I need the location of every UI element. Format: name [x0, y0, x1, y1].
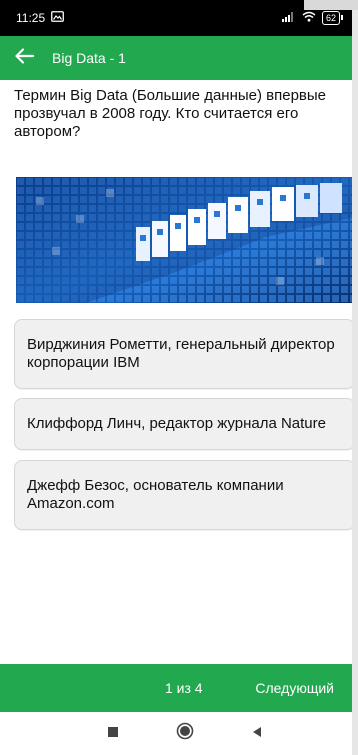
answer-option-label: Клиффорд Линч, редактор журнала Nature: [27, 415, 326, 432]
gallery-notification-icon: [51, 11, 65, 25]
status-bar: 11:25 62: [0, 0, 352, 36]
answer-option-label: Джефф Безос, основатель компании Amazon.…: [27, 477, 284, 512]
battery-icon: 62: [321, 11, 344, 25]
screen-edge-tab: [304, 0, 358, 10]
square-icon: [107, 725, 119, 743]
system-nav-bar: [0, 712, 352, 755]
recent-apps-button[interactable]: [93, 712, 133, 755]
next-button[interactable]: Следующий: [255, 680, 334, 696]
app-screen: 11:25 62 Big Data - 1 Термин Big Data (Б…: [0, 0, 352, 755]
signal-icon: [281, 11, 296, 25]
home-button[interactable]: [165, 712, 205, 755]
back-button[interactable]: [0, 36, 48, 80]
bottom-bar: 1 из 4 Следующий: [0, 664, 352, 712]
question-counter: 1 из 4: [165, 680, 203, 696]
back-nav-button[interactable]: [237, 712, 277, 755]
status-time: 11:25: [16, 11, 46, 25]
answer-option-label: Вирджиния Рометти, генеральный директор …: [27, 336, 335, 371]
answer-option-1[interactable]: Вирджиния Рометти, генеральный директор …: [14, 319, 352, 389]
question-text: Термин Big Data (Большие данные) впервые…: [14, 87, 327, 140]
triangle-back-icon: [251, 725, 263, 743]
big-data-image: [16, 177, 352, 303]
screen-title: Big Data - 1: [52, 50, 126, 66]
answer-option-2[interactable]: Клиффорд Линч, редактор журнала Nature: [14, 398, 352, 450]
app-bar: Big Data - 1: [0, 36, 352, 80]
screen-edge: [352, 0, 358, 755]
circle-icon: [176, 722, 194, 745]
wifi-icon: [302, 11, 316, 25]
arrow-left-icon: [14, 47, 35, 69]
answer-option-3[interactable]: Джефф Безос, основатель компании Amazon.…: [14, 460, 352, 530]
